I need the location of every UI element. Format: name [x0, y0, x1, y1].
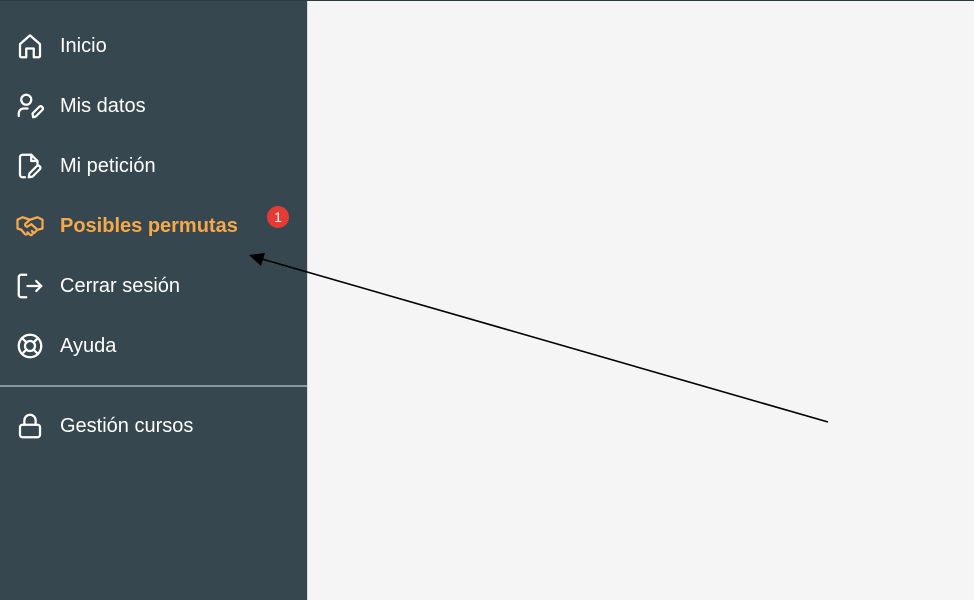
- notification-badge: 1: [267, 206, 289, 228]
- main-content: [307, 1, 974, 600]
- sidebar-item-label: Cerrar sesión: [60, 275, 181, 297]
- sidebar-item-ayuda[interactable]: Ayuda: [0, 317, 307, 373]
- sidebar-item-label: Posibles permutas: [60, 215, 238, 237]
- sidebar-divider: [0, 385, 307, 387]
- file-edit-icon: [15, 151, 45, 181]
- sidebar-item-label: Mis datos: [60, 95, 146, 117]
- user-edit-icon: [15, 91, 45, 121]
- sidebar-item-label: Inicio: [60, 35, 107, 57]
- home-icon: [15, 31, 45, 61]
- sidebar-item-mis-datos[interactable]: Mis datos: [0, 77, 307, 133]
- handshake-icon: [15, 211, 45, 241]
- sidebar-item-inicio[interactable]: Inicio: [0, 17, 307, 73]
- logout-icon: [15, 271, 45, 301]
- sidebar-item-label: Mi petición: [60, 155, 156, 177]
- lifebuoy-icon: [15, 331, 45, 361]
- sidebar-item-label: Ayuda: [60, 335, 117, 357]
- sidebar-item-label: Gestión cursos: [60, 415, 194, 437]
- sidebar-item-cerrar-sesion[interactable]: Cerrar sesión: [0, 257, 307, 313]
- app: Inicio Mis datos Mi petición Posibles pe…: [0, 0, 974, 600]
- sidebar: Inicio Mis datos Mi petición Posibles pe…: [0, 1, 307, 600]
- lock-icon: [15, 411, 45, 441]
- sidebar-item-mi-peticion[interactable]: Mi petición: [0, 137, 307, 193]
- sidebar-item-gestion-cursos[interactable]: Gestión cursos: [0, 397, 307, 453]
- sidebar-item-posibles-permutas[interactable]: Posibles permutas 1: [0, 197, 307, 253]
